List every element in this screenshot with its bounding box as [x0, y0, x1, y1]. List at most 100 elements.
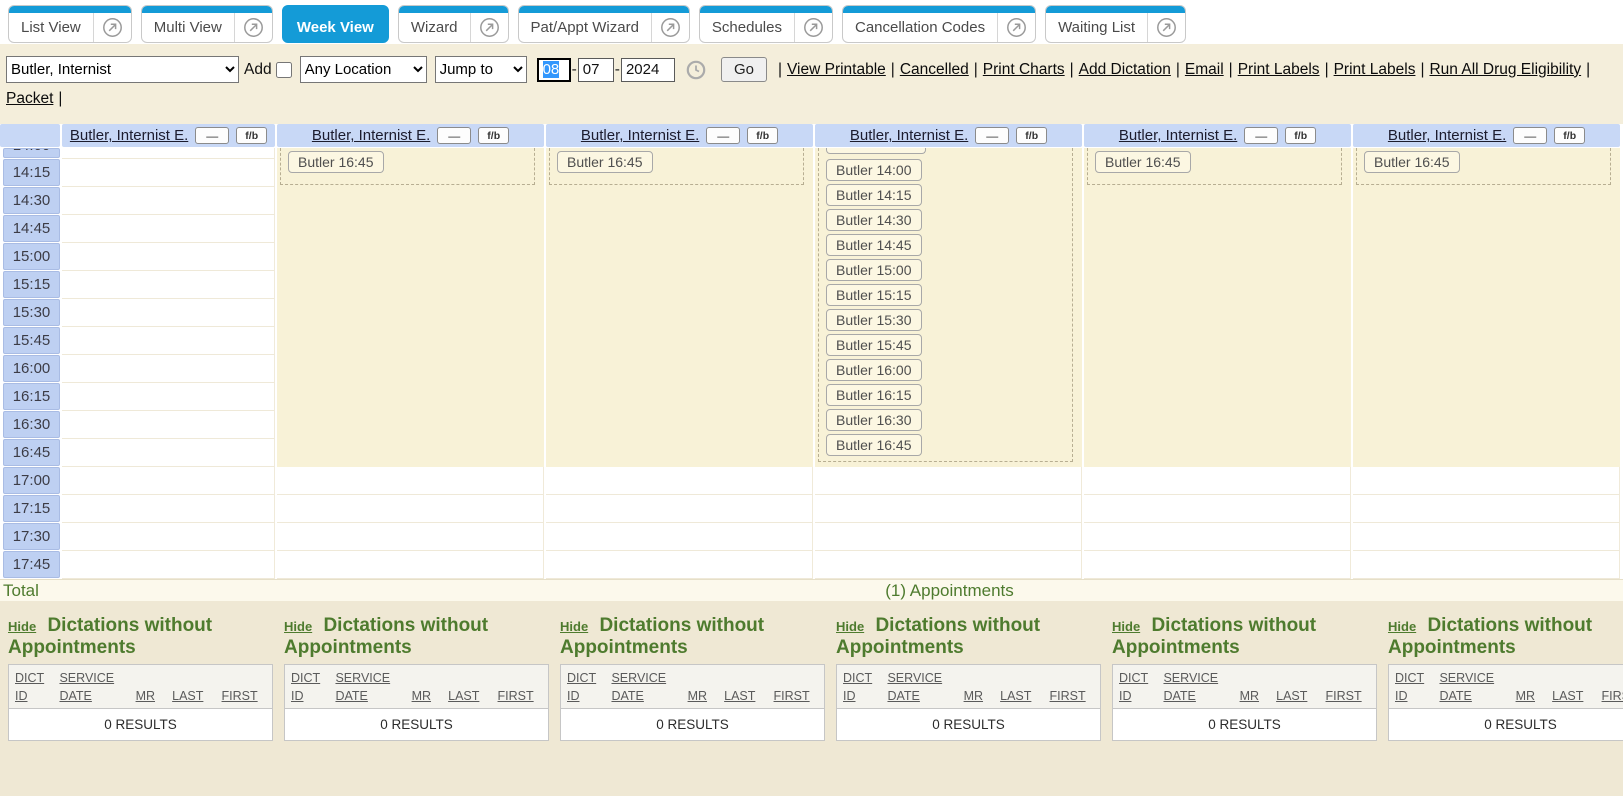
fb-button[interactable]: f/b	[478, 127, 509, 144]
sort-link-first[interactable]: FIRST	[1326, 687, 1371, 705]
sort-link-dict[interactable]: DICT	[1119, 669, 1163, 687]
add-checkbox[interactable]	[276, 62, 292, 78]
slot-button-clipped[interactable]	[826, 148, 926, 154]
provider-link[interactable]: Butler, Internist E.	[1119, 127, 1237, 144]
sort-link-last[interactable]: LAST	[1276, 687, 1325, 705]
sort-link-mr[interactable]: MR	[964, 687, 1001, 705]
open-in-new-window-icon[interactable]	[94, 17, 131, 38]
sort-link-service[interactable]: SERVICE	[887, 669, 963, 687]
slot-button[interactable]: Butler 16:15	[826, 384, 922, 406]
link-print-charts[interactable]: Print Charts	[983, 61, 1065, 78]
tab-cancellation-codes[interactable]: Cancellation Codes	[842, 5, 1036, 43]
sort-link-last[interactable]: LAST	[1552, 687, 1601, 705]
slot-button[interactable]: Butler 14:45	[826, 234, 922, 256]
slot-button[interactable]: Butler 15:30	[826, 309, 922, 331]
sort-link-first[interactable]: FIRST	[774, 687, 819, 705]
hide-link[interactable]: Hide	[284, 619, 312, 634]
fb-button[interactable]: f/b	[747, 127, 778, 144]
collapse-column-button[interactable]: —	[1513, 127, 1547, 144]
sort-link-id[interactable]: ID	[15, 687, 59, 705]
slot-button[interactable]: Butler 14:15	[826, 184, 922, 206]
sort-link-first[interactable]: FIRST	[222, 687, 267, 705]
location-select[interactable]: Any Location	[300, 56, 427, 83]
collapse-column-button[interactable]: —	[706, 127, 740, 144]
jump-to-select[interactable]: Jump to	[435, 56, 527, 83]
sort-link-last[interactable]: LAST	[724, 687, 773, 705]
link-add-dictation[interactable]: Add Dictation	[1079, 61, 1171, 78]
sort-link-mr[interactable]: MR	[136, 687, 173, 705]
fb-button[interactable]: f/b	[1554, 127, 1585, 144]
open-in-new-window-icon[interactable]	[795, 17, 832, 38]
hide-link[interactable]: Hide	[1112, 619, 1140, 634]
sort-link-date[interactable]: DATE	[59, 687, 135, 705]
sort-link-service[interactable]: SERVICE	[335, 669, 411, 687]
date-day-field[interactable]: 07	[578, 58, 614, 82]
collapse-column-button[interactable]: —	[195, 127, 229, 144]
provider-link[interactable]: Butler, Internist E.	[581, 127, 699, 144]
tab-pat-appt-wizard[interactable]: Pat/Appt Wizard	[518, 5, 690, 43]
sort-link-service[interactable]: SERVICE	[611, 669, 687, 687]
sort-link-mr[interactable]: MR	[1240, 687, 1277, 705]
sort-link-dict[interactable]: DICT	[15, 669, 59, 687]
sort-link-mr[interactable]: MR	[412, 687, 449, 705]
hide-link[interactable]: Hide	[560, 619, 588, 634]
sort-link-date[interactable]: DATE	[335, 687, 411, 705]
slot-button[interactable]: Butler 16:45	[288, 151, 384, 173]
link-print-labels[interactable]: Print Labels	[1334, 61, 1416, 78]
open-in-new-window-icon[interactable]	[998, 17, 1035, 38]
fb-button[interactable]: f/b	[236, 127, 267, 144]
sort-link-id[interactable]: ID	[567, 687, 611, 705]
sort-link-service[interactable]: SERVICE	[1439, 669, 1515, 687]
sort-link-first[interactable]: FIRST	[1602, 687, 1623, 705]
slot-button[interactable]: Butler 16:45	[1095, 151, 1191, 173]
tab-multi-view[interactable]: Multi View	[141, 5, 273, 43]
open-in-new-window-icon[interactable]	[235, 17, 272, 38]
sort-link-dict[interactable]: DICT	[843, 669, 887, 687]
sort-link-service[interactable]: SERVICE	[1163, 669, 1239, 687]
slot-button[interactable]: Butler 16:45	[826, 434, 922, 456]
sort-link-date[interactable]: DATE	[611, 687, 687, 705]
sort-link-dict[interactable]: DICT	[1395, 669, 1439, 687]
provider-link[interactable]: Butler, Internist E.	[1388, 127, 1506, 144]
slot-button[interactable]: Butler 16:45	[1364, 151, 1460, 173]
collapse-column-button[interactable]: —	[975, 127, 1009, 144]
tab-week-view[interactable]: Week View	[282, 5, 389, 43]
slot-button[interactable]: Butler 15:45	[826, 334, 922, 356]
sort-link-id[interactable]: ID	[1119, 687, 1163, 705]
open-in-new-window-icon[interactable]	[1148, 17, 1185, 38]
link-run-all-drug-eligibility[interactable]: Run All Drug Eligibility	[1429, 61, 1581, 78]
provider-link[interactable]: Butler, Internist E.	[70, 127, 188, 144]
sort-link-dict[interactable]: DICT	[567, 669, 611, 687]
link-print-labels[interactable]: Print Labels	[1238, 61, 1320, 78]
link-view-printable[interactable]: View Printable	[787, 61, 886, 78]
slot-button[interactable]: Butler 15:15	[826, 284, 922, 306]
tab-list-view[interactable]: List View	[8, 5, 132, 43]
sort-link-last[interactable]: LAST	[172, 687, 221, 705]
sort-link-service[interactable]: SERVICE	[59, 669, 135, 687]
sort-link-last[interactable]: LAST	[448, 687, 497, 705]
date-month-field[interactable]: 08	[537, 58, 571, 82]
hide-link[interactable]: Hide	[836, 619, 864, 634]
slot-button[interactable]: Butler 14:00	[826, 159, 922, 181]
slot-button[interactable]: Butler 16:00	[826, 359, 922, 381]
link-packet[interactable]: Packet	[6, 90, 53, 107]
fb-button[interactable]: f/b	[1285, 127, 1316, 144]
sort-link-date[interactable]: DATE	[1439, 687, 1515, 705]
sort-link-date[interactable]: DATE	[887, 687, 963, 705]
sort-link-dict[interactable]: DICT	[291, 669, 335, 687]
sort-link-date[interactable]: DATE	[1163, 687, 1239, 705]
provider-select[interactable]: Butler, Internist	[6, 56, 239, 83]
slot-button[interactable]: Butler 15:00	[826, 259, 922, 281]
date-year-field[interactable]: 2024	[621, 58, 675, 82]
sort-link-mr[interactable]: MR	[1516, 687, 1553, 705]
open-in-new-window-icon[interactable]	[652, 17, 689, 38]
sort-link-last[interactable]: LAST	[1000, 687, 1049, 705]
link-cancelled[interactable]: Cancelled	[900, 61, 969, 78]
provider-link[interactable]: Butler, Internist E.	[850, 127, 968, 144]
tab-schedules[interactable]: Schedules	[699, 5, 833, 43]
provider-link[interactable]: Butler, Internist E.	[312, 127, 430, 144]
sort-link-id[interactable]: ID	[1395, 687, 1439, 705]
collapse-column-button[interactable]: —	[437, 127, 471, 144]
fb-button[interactable]: f/b	[1016, 127, 1047, 144]
hide-link[interactable]: Hide	[8, 619, 36, 634]
